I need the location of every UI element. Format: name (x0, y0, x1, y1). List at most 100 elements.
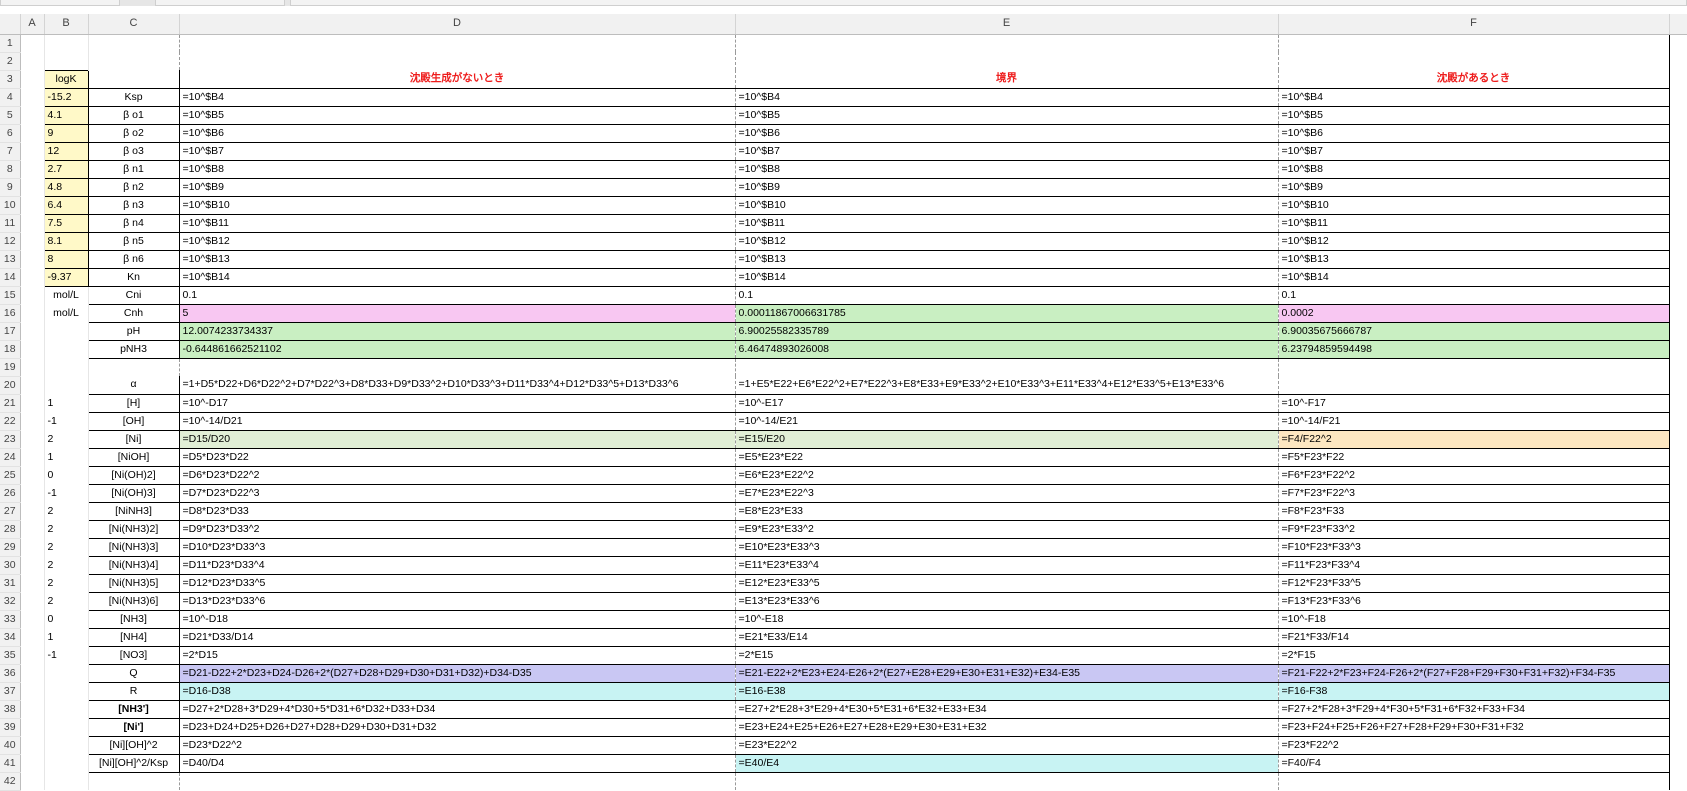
cell-b[interactable]: 8.1 (43, 231, 89, 251)
cell-d[interactable]: =10^$B13 (178, 250, 736, 269)
row-header[interactable]: 9 (0, 178, 21, 197)
cell-g[interactable] (1669, 232, 1687, 250)
cell-e[interactable]: =E40/E4 (735, 754, 1279, 773)
cell-e[interactable]: =10^$B6 (735, 124, 1279, 143)
column-header-d[interactable]: D (179, 14, 736, 35)
cell-b[interactable]: 2 (44, 520, 89, 538)
row-header[interactable]: 33 (0, 610, 21, 629)
cell-d[interactable]: =D23*D22^2 (178, 736, 736, 755)
cell-c[interactable] (88, 52, 179, 70)
cell-e[interactable]: =10^-14/E21 (735, 412, 1279, 431)
cell-g[interactable] (1669, 700, 1687, 718)
cell-d[interactable]: -0.644861662521102 (178, 340, 736, 359)
cell-e[interactable]: =E15/E20 (735, 430, 1279, 449)
cell-f[interactable]: 沈殿があるとき (1278, 70, 1670, 89)
cell-c[interactable]: [Ni(OH)3] (87, 484, 180, 503)
cell-b[interactable]: 4.1 (43, 105, 89, 125)
row-header[interactable]: 38 (0, 700, 21, 719)
cell-b[interactable]: 2.7 (43, 159, 89, 179)
name-box-area[interactable] (155, 0, 285, 6)
cell-g[interactable] (1669, 520, 1687, 538)
cell-g[interactable] (1669, 502, 1687, 520)
row-header[interactable]: 18 (0, 340, 21, 359)
cell-e[interactable]: =1+E5*E22+E6*E22^2+E7*E22^3+E8*E33+E9*E3… (735, 376, 1279, 395)
row-header[interactable]: 36 (0, 664, 21, 683)
row-header[interactable]: 28 (0, 520, 21, 539)
cell-f[interactable]: =F23*F22^2 (1278, 736, 1670, 755)
cell-d[interactable]: =D15/D20 (178, 430, 736, 449)
cell-a[interactable] (20, 772, 45, 790)
cell-c[interactable]: [Ni(NH3)3] (87, 538, 180, 557)
cell-b[interactable]: -1 (44, 484, 89, 502)
cell-b[interactable] (44, 736, 89, 754)
cell-c[interactable]: [NH3'] (87, 700, 180, 719)
cell-b[interactable]: 8 (43, 249, 89, 269)
row-header[interactable]: 4 (0, 88, 21, 107)
cell-g[interactable] (1669, 538, 1687, 556)
cell-d[interactable]: 沈殿生成がないとき (178, 70, 736, 89)
cell-b[interactable] (44, 340, 89, 358)
column-header-g[interactable] (1669, 14, 1687, 35)
cell-d[interactable]: =D12*D23*D33^5 (178, 574, 736, 593)
cell-d[interactable]: =D9*D23*D33^2 (178, 520, 736, 539)
row-header[interactable]: 35 (0, 646, 21, 665)
cell-f[interactable] (1278, 772, 1670, 790)
column-header-a[interactable]: A (20, 14, 45, 35)
cell-d[interactable]: =D11*D23*D33^4 (178, 556, 736, 575)
cell-a[interactable] (20, 538, 45, 556)
cell-g[interactable] (1669, 466, 1687, 484)
cell-f[interactable]: =10^$B8 (1278, 160, 1670, 179)
cell-c[interactable]: β n2 (87, 178, 180, 197)
cell-b[interactable] (44, 718, 89, 736)
column-header-e[interactable]: E (735, 14, 1279, 35)
cell-d[interactable]: =10^$B10 (178, 196, 736, 215)
row-header[interactable]: 19 (0, 358, 21, 377)
cell-a[interactable] (20, 322, 45, 340)
cell-d[interactable]: =D10*D23*D33^3 (178, 538, 736, 557)
cell-b[interactable] (44, 376, 89, 394)
cell-b[interactable] (44, 772, 89, 790)
cell-c[interactable] (87, 70, 180, 89)
cell-a[interactable] (20, 142, 45, 160)
cell-a[interactable] (20, 718, 45, 736)
cell-g[interactable] (1669, 304, 1687, 322)
cell-c[interactable]: pH (87, 322, 180, 341)
cell-d[interactable]: =D5*D23*D22 (178, 448, 736, 467)
cell-d[interactable]: =1+D5*D22+D6*D22^2+D7*D22^3+D8*D33+D9*D3… (178, 376, 736, 395)
cell-a[interactable] (20, 106, 45, 124)
cell-b[interactable]: 1 (44, 448, 89, 466)
cell-g[interactable] (1669, 682, 1687, 700)
cell-a[interactable] (20, 178, 45, 196)
column-header-f[interactable]: F (1278, 14, 1670, 35)
cell-b[interactable]: 0 (44, 466, 89, 484)
cell-e[interactable] (735, 34, 1279, 52)
cell-c[interactable]: β n6 (87, 250, 180, 269)
cell-c[interactable]: Ksp (87, 88, 180, 107)
cell-b[interactable]: logK (43, 69, 89, 89)
cell-g[interactable] (1669, 52, 1687, 70)
cell-a[interactable] (20, 466, 45, 484)
cell-g[interactable] (1669, 394, 1687, 412)
cell-f[interactable]: =F40/F4 (1278, 754, 1670, 773)
cell-d[interactable] (178, 52, 736, 70)
row-header[interactable]: 14 (0, 268, 21, 287)
cell-e[interactable]: =E12*E23*E33^5 (735, 574, 1279, 593)
cell-d[interactable]: =10^$B11 (178, 214, 736, 233)
cell-e[interactable]: 6.46474893026008 (735, 340, 1279, 359)
row-header[interactable]: 5 (0, 106, 21, 125)
cell-g[interactable] (1669, 376, 1687, 394)
cell-g[interactable] (1669, 484, 1687, 502)
cell-a[interactable] (20, 250, 45, 268)
cell-e[interactable]: 境界 (735, 70, 1279, 89)
cell-g[interactable] (1669, 664, 1687, 682)
cell-b[interactable] (44, 754, 89, 772)
cell-g[interactable] (1669, 718, 1687, 736)
cell-e[interactable]: =E5*E23*E22 (735, 448, 1279, 467)
cell-e[interactable]: =10^$B5 (735, 106, 1279, 125)
cell-f[interactable]: =F8*F23*F33 (1278, 502, 1670, 521)
cell-f[interactable]: =F6*F23*F22^2 (1278, 466, 1670, 485)
cell-e[interactable]: 0.1 (735, 286, 1279, 305)
cell-f[interactable]: =10^$B6 (1278, 124, 1670, 143)
cell-a[interactable] (20, 484, 45, 502)
cell-e[interactable]: =2*E15 (735, 646, 1279, 665)
